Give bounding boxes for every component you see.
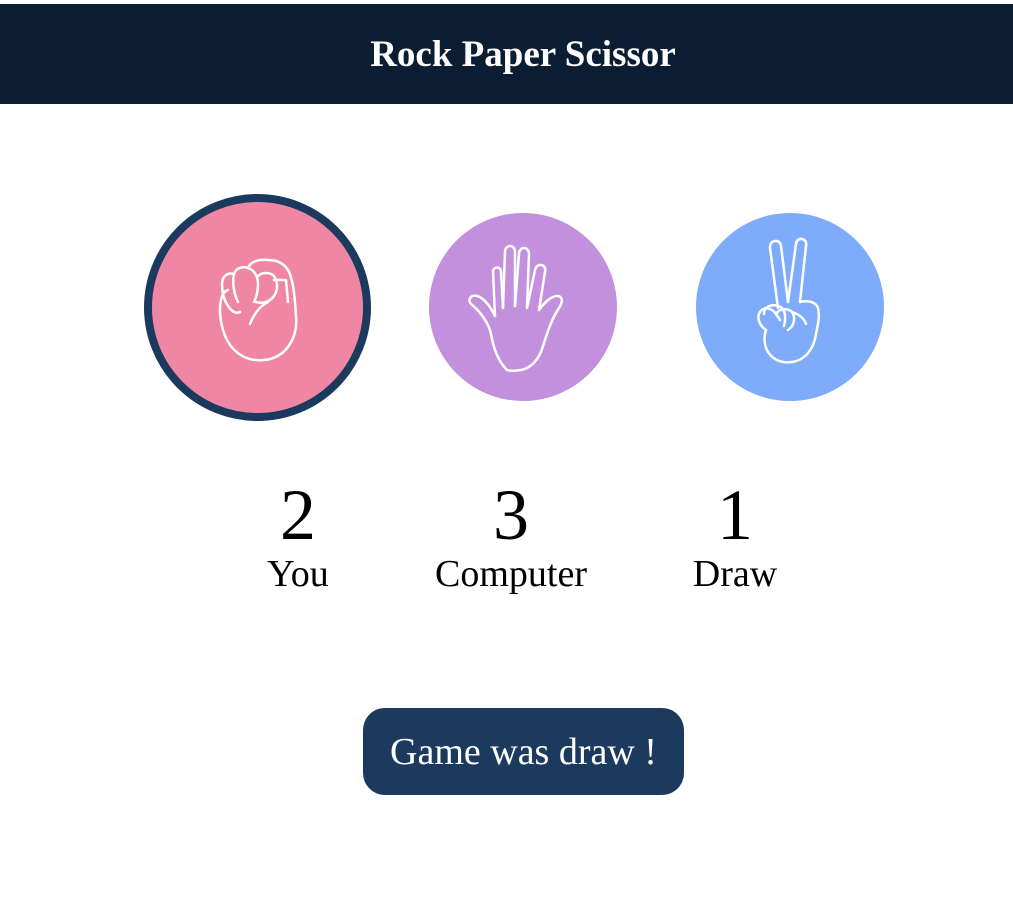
rock-choice-button[interactable]	[144, 194, 371, 421]
score-computer-label: Computer	[435, 553, 587, 595]
score-you: 2 You	[198, 470, 398, 596]
score-you-label: You	[267, 553, 329, 595]
scoreboard: 2 You 3 Computer 1 Draw	[0, 470, 1013, 610]
score-draw-label: Draw	[692, 553, 778, 595]
score-computer-value: 3	[493, 475, 529, 555]
fist-icon	[198, 230, 318, 385]
scissor-choice-button[interactable]	[696, 213, 884, 401]
app-header: Rock Paper Scissor	[0, 4, 1013, 104]
score-draw-value: 1	[717, 475, 753, 555]
peace-hand-icon	[730, 230, 850, 385]
page-title: Rock Paper Scissor	[370, 33, 676, 75]
result-message: Game was draw !	[363, 708, 684, 795]
score-computer: 3 Computer	[411, 470, 611, 596]
paper-choice-button[interactable]	[429, 213, 617, 401]
score-draw: 1 Draw	[635, 470, 835, 596]
open-hand-icon	[463, 230, 583, 385]
score-you-value: 2	[280, 475, 316, 555]
